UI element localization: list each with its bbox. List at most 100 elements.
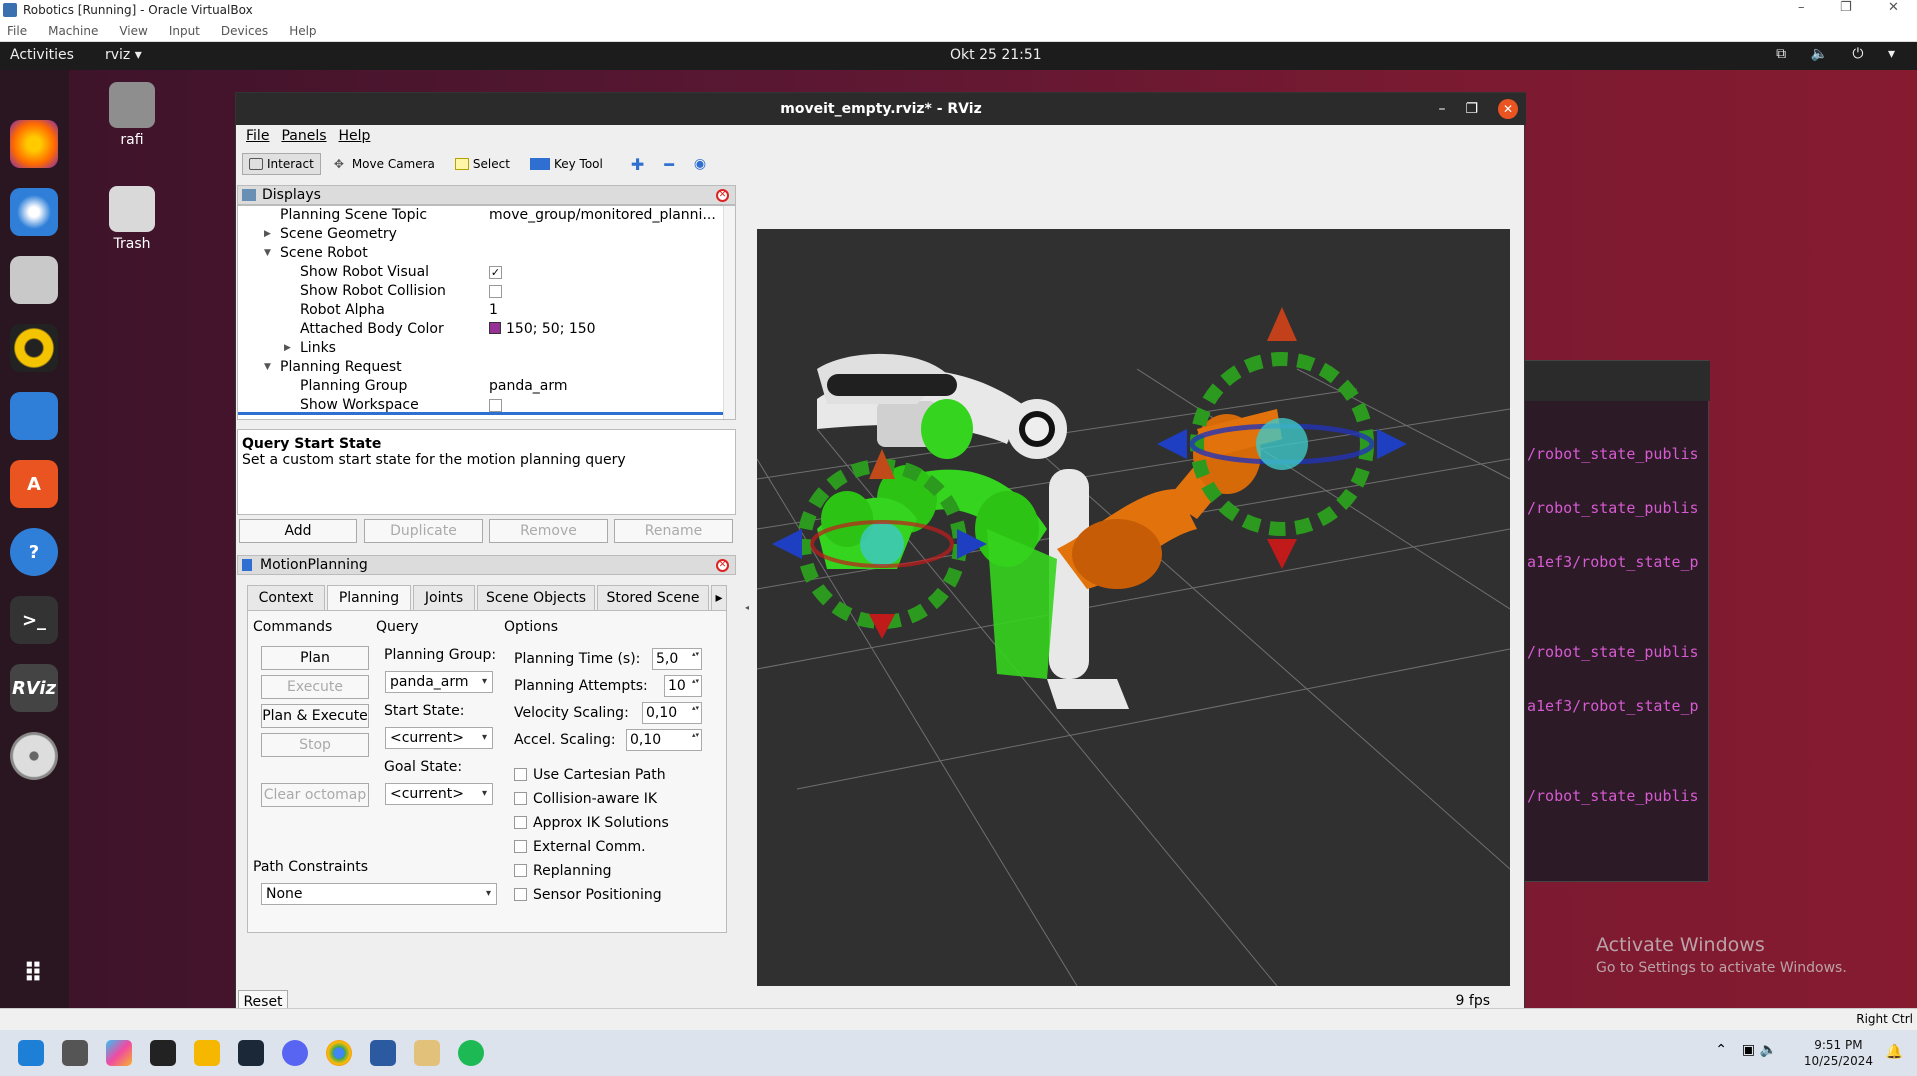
expand-arrow-icon[interactable]: ▶ — [264, 225, 271, 244]
virtualbox-icon[interactable] — [370, 1040, 396, 1066]
restore-icon[interactable]: ❐ — [1840, 0, 1852, 15]
tree-row[interactable]: Attached Body Color 150; 50; 150 — [238, 320, 723, 339]
minimize-icon[interactable]: – — [1798, 0, 1805, 15]
planning-attempts-spinbox[interactable]: 10 — [664, 675, 702, 697]
menu-file[interactable]: File — [246, 128, 269, 144]
tree-row[interactable]: Show Robot Collision — [238, 282, 723, 301]
plan-button[interactable]: Plan — [261, 646, 369, 670]
color-swatch-icon[interactable] — [489, 322, 501, 334]
expand-arrow-icon[interactable]: ▶ — [284, 339, 291, 358]
tree-row[interactable]: Show Workspace — [238, 396, 723, 415]
maximize-button[interactable]: ❐ — [1465, 93, 1478, 125]
thunderbird-icon[interactable] — [10, 188, 58, 236]
terminal-icon[interactable]: >_ — [10, 596, 58, 644]
tree-row[interactable]: Robot Alpha 1 — [238, 301, 723, 320]
key-tool[interactable]: Key Tool — [523, 153, 610, 175]
app-menu[interactable]: rviz ▾ — [105, 47, 142, 63]
clear-octomap-button[interactable]: Clear octomap — [261, 783, 369, 807]
disc-icon[interactable] — [10, 732, 58, 780]
menu-devices[interactable]: Devices — [221, 24, 268, 38]
minimize-button[interactable]: – — [1438, 93, 1445, 125]
notification-bell-icon[interactable]: 🔔 — [1886, 1044, 1903, 1060]
desktop-home-folder[interactable]: rafi — [97, 82, 167, 148]
planning-group-select[interactable]: panda_arm — [385, 671, 493, 693]
close-panel-icon[interactable]: ✕ — [716, 188, 729, 202]
chrome-icon[interactable] — [326, 1040, 352, 1066]
menu-machine[interactable]: Machine — [48, 24, 98, 38]
menu-input[interactable]: Input — [169, 24, 200, 38]
tab-context[interactable]: Context — [247, 585, 325, 611]
velocity-scaling-spinbox[interactable]: 0,10 — [642, 702, 702, 724]
copilot-icon[interactable] — [106, 1040, 132, 1066]
close-button[interactable]: ✕ — [1498, 99, 1518, 119]
row-value[interactable]: panda_arm — [489, 377, 568, 396]
goal-state-select[interactable]: <current> — [385, 783, 493, 805]
splitter-handle-icon[interactable]: ◂ — [745, 603, 749, 612]
network-volume-icon[interactable]: ▣ 🔈 — [1742, 1042, 1777, 1058]
menu-file[interactable]: File — [7, 24, 27, 38]
tab-scroll-right-icon[interactable]: ▸ — [711, 585, 727, 611]
steam-icon[interactable] — [238, 1040, 264, 1066]
tree-row[interactable]: Planning Group panda_arm — [238, 377, 723, 396]
duplicate-button[interactable]: Duplicate — [364, 519, 483, 543]
add-tool-icon[interactable]: ✚ — [624, 151, 651, 178]
tree-scrollbar[interactable] — [723, 206, 735, 419]
row-value[interactable]: move_group/monitored_planni... — [489, 206, 716, 225]
discord-icon[interactable] — [282, 1040, 308, 1066]
close-icon[interactable]: ✕ — [1888, 0, 1899, 15]
tab-scene-objects[interactable]: Scene Objects — [477, 585, 595, 611]
stop-button[interactable]: Stop — [261, 733, 369, 757]
show-workspace-checkbox[interactable] — [489, 398, 502, 412]
rename-button[interactable]: Rename — [614, 519, 733, 543]
collision-aware-ik-checkbox[interactable]: Collision-aware IK — [514, 791, 657, 807]
help-icon[interactable]: ? — [10, 528, 58, 576]
use-cartesian-path-checkbox[interactable]: Use Cartesian Path — [514, 767, 666, 783]
system-tray[interactable]: ⧉ 🔈 ⏻ ▾ — [1776, 46, 1905, 62]
task-view-icon[interactable] — [62, 1040, 88, 1066]
rviz-icon[interactable]: RViz — [10, 664, 58, 712]
remove-button[interactable]: Remove — [489, 519, 608, 543]
tab-stored-scenes[interactable]: Stored Scene — [597, 585, 709, 611]
execute-button[interactable]: Execute — [261, 675, 369, 699]
close-panel-icon[interactable]: ✕ — [716, 558, 729, 572]
notepad-icon[interactable] — [414, 1040, 440, 1066]
planning-time-spinbox[interactable]: 5,0 — [652, 648, 702, 670]
app-icon[interactable] — [150, 1040, 176, 1066]
tree-row[interactable]: ▶ Scene Geometry — [238, 225, 723, 244]
taskbar-clock[interactable]: 9:51 PM 10/25/2024 — [1804, 1037, 1873, 1069]
tree-row[interactable]: Show Robot Visual ✓ — [238, 263, 723, 282]
external-comm-checkbox[interactable]: External Comm. — [514, 839, 646, 855]
menu-panels[interactable]: Panels — [281, 128, 326, 144]
app-grid-icon[interactable]: ⠿ — [10, 950, 58, 998]
tray-chevron-icon[interactable]: ⌃ — [1715, 1042, 1727, 1058]
row-value[interactable]: 1 — [489, 301, 498, 320]
interact-tool[interactable]: Interact — [242, 153, 321, 175]
remove-tool-icon[interactable]: ━ — [657, 151, 681, 178]
move-camera-tool[interactable]: ✥ Move Camera — [327, 153, 442, 175]
tab-planning[interactable]: Planning — [327, 585, 411, 611]
menu-help[interactable]: Help — [289, 24, 316, 38]
file-explorer-icon[interactable] — [194, 1040, 220, 1066]
firefox-icon[interactable] — [10, 120, 58, 168]
desktop-trash[interactable]: Trash — [97, 186, 167, 252]
plan-execute-button[interactable]: Plan & Execute — [261, 704, 369, 728]
menu-view[interactable]: View — [119, 24, 147, 38]
path-constraints-select[interactable]: None — [261, 883, 497, 905]
tree-row[interactable]: ▶ Links — [238, 339, 723, 358]
3d-viewport[interactable] — [757, 229, 1510, 986]
tree-row[interactable]: Planning Scene Topic move_group/monitored… — [238, 206, 723, 225]
start-state-select[interactable]: <current> — [385, 727, 493, 749]
show-robot-visual-checkbox[interactable]: ✓ — [489, 265, 502, 279]
scene-render[interactable] — [757, 229, 1510, 986]
writer-icon[interactable] — [10, 392, 58, 440]
tree-row[interactable]: ▼ Scene Robot — [238, 244, 723, 263]
tree-row[interactable]: ▼ Planning Request — [238, 358, 723, 377]
add-button[interactable]: Add — [239, 519, 357, 543]
files-icon[interactable] — [10, 256, 58, 304]
view-eye-icon[interactable]: ◉ — [687, 152, 713, 176]
rhythmbox-icon[interactable] — [10, 324, 58, 372]
select-tool[interactable]: Select — [448, 153, 517, 175]
row-value[interactable]: 150; 50; 150 — [506, 321, 596, 337]
clock[interactable]: Okt 25 21:51 — [950, 47, 1042, 63]
activities-button[interactable]: Activities — [10, 47, 74, 63]
